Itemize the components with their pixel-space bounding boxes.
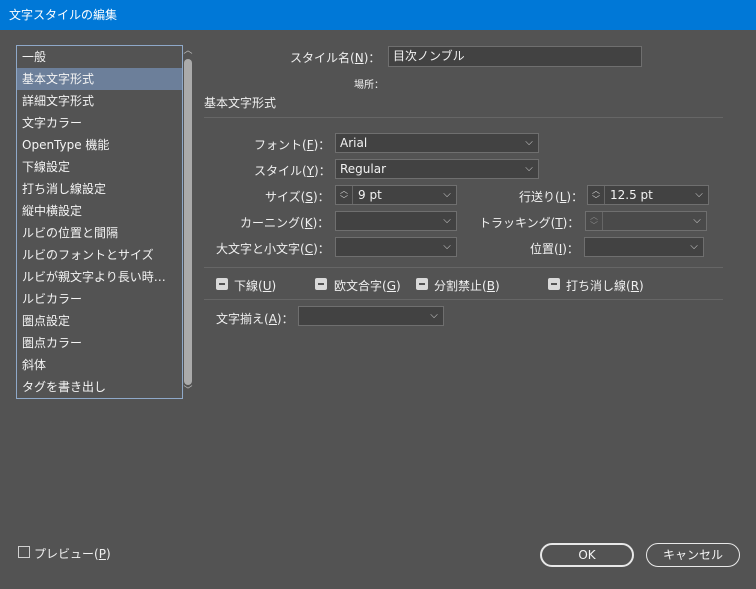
- sidebar-item-underline-options[interactable]: 下線設定: [17, 156, 182, 178]
- sidebar-item-advanced-character-formats[interactable]: 詳細文字形式: [17, 90, 182, 112]
- chevron-down-icon[interactable]: ⌵: [690, 186, 708, 204]
- position-label: 位置(I)：: [530, 242, 579, 256]
- size-combobox[interactable]: ︿ ﹀ 9 pt ⌵: [335, 185, 457, 205]
- strikethrough-checkbox[interactable]: [548, 278, 560, 290]
- chevron-down-icon[interactable]: ⌵: [520, 134, 538, 152]
- location-label: 場所：: [354, 80, 384, 91]
- chevron-down-icon[interactable]: ⌵: [688, 212, 706, 230]
- case-dropdown[interactable]: ⌵: [335, 237, 457, 257]
- ligatures-label[interactable]: 欧文合字(G): [334, 277, 401, 294]
- preview-label[interactable]: プレビュー(P): [34, 545, 111, 562]
- nobreak-label[interactable]: 分割禁止(B): [434, 277, 500, 294]
- leading-stepper[interactable]: ︿ ﹀: [588, 186, 605, 204]
- sidebar-item-ruby-font-size[interactable]: ルビのフォントとサイズ: [17, 244, 182, 266]
- divider-top-checks: [204, 267, 723, 268]
- style-name-label: スタイル名(N)：: [290, 51, 381, 65]
- chevron-down-icon[interactable]: ⌵: [438, 186, 456, 204]
- leading-label: 行送り(L)：: [519, 190, 584, 204]
- category-list[interactable]: 一般 基本文字形式 詳細文字形式 文字カラー OpenType 機能 下線設定 …: [16, 45, 183, 399]
- section-divider: [204, 117, 723, 118]
- nobreak-checkbox[interactable]: [416, 278, 428, 290]
- sidebar-item-tate-chu-yoko[interactable]: 縦中横設定: [17, 200, 182, 222]
- section-title: 基本文字形式: [204, 96, 277, 110]
- font-value: Arial: [340, 136, 368, 150]
- sidebar-item-basic-character-formats[interactable]: 基本文字形式: [17, 68, 182, 90]
- alignment-dropdown[interactable]: ⌵: [298, 306, 444, 326]
- sidebar-scrollbar[interactable]: ︿ ﹀: [182, 45, 194, 399]
- sidebar-item-kenten-color[interactable]: 圏点カラー: [17, 332, 182, 354]
- style-label: スタイル(Y)：: [254, 164, 331, 178]
- size-value: 9 pt: [358, 188, 382, 202]
- chevron-down-icon[interactable]: ⌵: [685, 238, 703, 256]
- sidebar-item-general[interactable]: 一般: [17, 46, 182, 68]
- chevron-down-icon[interactable]: ⌵: [520, 160, 538, 178]
- sidebar-item-ruby-overhang[interactable]: ルビが親文字より長い時…: [17, 266, 182, 288]
- cancel-button[interactable]: キャンセル: [646, 543, 740, 567]
- window-title: 文字スタイルの編集: [9, 8, 118, 22]
- kerning-dropdown[interactable]: ⌵: [335, 211, 457, 231]
- chevron-down-icon[interactable]: ⌵: [438, 238, 456, 256]
- case-label: 大文字と小文字(C)：: [216, 242, 330, 256]
- font-dropdown[interactable]: Arial ⌵: [335, 133, 539, 153]
- sidebar-item-export-tagging[interactable]: タグを書き出し: [17, 376, 182, 398]
- strikethrough-label[interactable]: 打ち消し線(R): [566, 277, 644, 294]
- tracking-stepper[interactable]: ︿ ﹀: [586, 212, 603, 230]
- leading-combobox[interactable]: ︿ ﹀ 12.5 pt ⌵: [587, 185, 709, 205]
- scroll-down-icon[interactable]: ﹀: [182, 385, 194, 397]
- scroll-thumb[interactable]: [184, 59, 192, 385]
- style-name-input[interactable]: 目次ノンブル: [388, 46, 642, 67]
- style-value: Regular: [340, 162, 387, 176]
- font-label: フォント(F)：: [254, 138, 331, 152]
- divider-bottom-checks: [204, 299, 723, 300]
- ok-button[interactable]: OK: [540, 543, 634, 567]
- tracking-label: トラッキング(T)：: [479, 216, 580, 230]
- sidebar-item-kenten-settings[interactable]: 圏点設定: [17, 310, 182, 332]
- kerning-label: カーニング(K)：: [240, 216, 330, 230]
- sidebar-item-italic[interactable]: 斜体: [17, 354, 182, 376]
- dialog-window: 文字スタイルの編集 一般 基本文字形式 詳細文字形式 文字カラー OpenTyp…: [0, 0, 756, 589]
- sidebar-item-character-color[interactable]: 文字カラー: [17, 112, 182, 134]
- underline-checkbox[interactable]: [216, 278, 228, 290]
- position-dropdown[interactable]: ⌵: [584, 237, 704, 257]
- preview-checkbox[interactable]: [18, 546, 30, 558]
- style-name-value: 目次ノンブル: [393, 49, 465, 63]
- sidebar-item-opentype-features[interactable]: OpenType 機能: [17, 134, 182, 156]
- style-dropdown[interactable]: Regular ⌵: [335, 159, 539, 179]
- sidebar-item-strikethrough-options[interactable]: 打ち消し線設定: [17, 178, 182, 200]
- chevron-down-icon[interactable]: ⌵: [425, 307, 443, 325]
- scroll-up-icon[interactable]: ︿: [182, 45, 194, 57]
- size-stepper[interactable]: ︿ ﹀: [336, 186, 353, 204]
- alignment-label: 文字揃え(A)：: [216, 312, 294, 326]
- title-bar: 文字スタイルの編集: [0, 0, 756, 30]
- sidebar-item-ruby-color[interactable]: ルビカラー: [17, 288, 182, 310]
- chevron-down-icon[interactable]: ⌵: [438, 212, 456, 230]
- sidebar-item-ruby-position[interactable]: ルビの位置と間隔: [17, 222, 182, 244]
- size-label: サイズ(S)：: [265, 190, 330, 204]
- tracking-combobox[interactable]: ︿ ﹀ ⌵: [585, 211, 707, 231]
- leading-value: 12.5 pt: [610, 188, 653, 202]
- underline-label[interactable]: 下線(U): [234, 277, 276, 294]
- ligatures-checkbox[interactable]: [315, 278, 327, 290]
